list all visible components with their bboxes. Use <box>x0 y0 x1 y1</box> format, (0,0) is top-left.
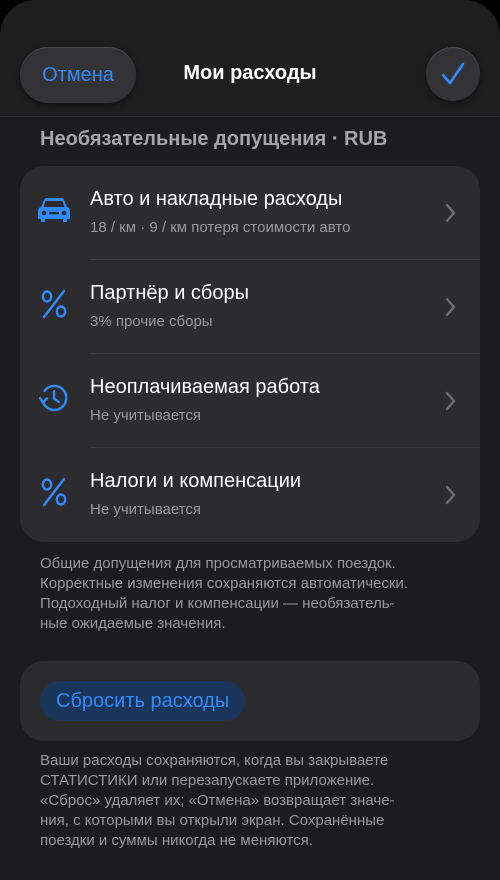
reset-footnote: Ваши расходы сохраняются, когда вы закры… <box>40 751 470 851</box>
row-title: Налоги и компенсации <box>90 470 302 492</box>
reset-expenses-button[interactable]: Сбросить расходы <box>40 681 246 721</box>
checkmark-icon <box>441 62 465 85</box>
car-icon <box>34 190 74 230</box>
row-unpaid-work[interactable]: Неоплачиваемая работа Не учитывается <box>20 354 480 448</box>
row-title: Неоплачиваемая работа <box>90 376 320 398</box>
page-title: Мои расходы <box>183 62 317 84</box>
clock-history-icon <box>34 378 74 418</box>
chevron-right-icon <box>445 391 456 411</box>
done-button[interactable] <box>426 47 480 101</box>
chevron-right-icon <box>445 485 456 505</box>
row-subtitle: Не учитывается <box>90 501 201 518</box>
chevron-right-icon <box>445 297 456 317</box>
row-subtitle: 18 / км · 9 / км потеря стоимости авто <box>90 219 351 236</box>
footnote-line: Общие допущения для просматриваемых поез… <box>40 555 396 572</box>
assumptions-footnote: Общие допущения для просматриваемых поез… <box>40 554 470 634</box>
row-partner-fees[interactable]: Партнёр и сборы 3% прочие сборы <box>20 260 480 354</box>
chevron-right-icon <box>445 203 456 223</box>
section-header: Необязательные допущения · RUB <box>40 128 388 150</box>
footnote-line: ные ожидаемые значения. <box>40 615 226 632</box>
expenses-sheet: Отмена Мои расходы Необязательные допуще… <box>0 0 500 880</box>
footnote-line: Подоходный налог и компенсации — необяза… <box>40 595 395 612</box>
footnote-line: поездки и суммы никогда не меняются. <box>40 832 313 849</box>
percent-icon <box>34 472 74 512</box>
row-subtitle: 3% прочие сборы <box>90 313 213 330</box>
row-subtitle: Не учитывается <box>90 407 201 424</box>
assumptions-group: Авто и накладные расходы 18 / км · 9 / к… <box>20 166 480 542</box>
row-title: Партнёр и сборы <box>90 282 249 304</box>
reset-group: Сбросить расходы <box>20 661 480 741</box>
footnote-line: СТАТИСТИКИ или перезапускаете приложение… <box>40 772 375 789</box>
row-car-expenses[interactable]: Авто и накладные расходы 18 / км · 9 / к… <box>20 166 480 260</box>
footnote-line: «Сброс» удаляет их; «Отмена» возвращает … <box>40 792 395 809</box>
footnote-line: Корректные изменения сохраняются автомат… <box>40 575 408 592</box>
navigation-bar: Отмена Мои расходы <box>0 0 500 117</box>
footnote-line: ния, с которыми вы открыли экран. Сохран… <box>40 812 385 829</box>
row-taxes-compensation[interactable]: Налоги и компенсации Не учитывается <box>20 448 480 542</box>
percent-icon <box>34 284 74 324</box>
row-title: Авто и накладные расходы <box>90 188 343 210</box>
footnote-line: Ваши расходы сохраняются, когда вы закры… <box>40 752 389 769</box>
